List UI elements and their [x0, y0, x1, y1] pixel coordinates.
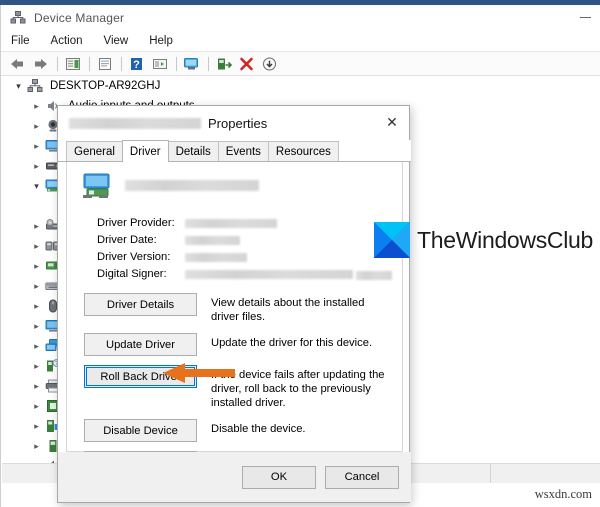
dialog-title: Properties — [69, 116, 267, 131]
tree-root-label: DESKTOP-AR92GHJ — [50, 80, 161, 92]
chevron-right-icon[interactable]: ▸ — [28, 261, 45, 272]
thewindowsclub-logo-icon — [374, 222, 410, 258]
redacted-driver-provider — [185, 218, 277, 228]
svg-text:?: ? — [133, 59, 140, 71]
redacted-digital-signer — [185, 269, 353, 279]
action-row: Update Driver Update the driver for this… — [67, 333, 402, 357]
toolbar-separator — [89, 56, 90, 71]
chevron-right-icon[interactable]: ▸ — [28, 441, 45, 452]
action-row: Disable Device Disable the device. — [67, 419, 402, 443]
toolbar-separator — [57, 56, 58, 71]
driver-date-label: Driver Date: — [97, 234, 157, 246]
roll-back-driver-button[interactable]: Roll Back Driver — [84, 365, 197, 389]
display-adapter-icon — [81, 173, 115, 203]
device-manager-icon — [10, 10, 26, 26]
update-driver-description: Update the driver for this device. — [211, 337, 373, 350]
chevron-right-icon[interactable]: ▸ — [28, 321, 45, 332]
driver-details-description: View details about the installed driver … — [211, 297, 365, 324]
site-watermark: wsxdn.com — [534, 487, 592, 501]
brand-watermark: TheWindowsClub — [374, 222, 593, 258]
chevron-right-icon[interactable]: ▸ — [28, 121, 45, 132]
toolbar-separator — [208, 56, 209, 71]
ok-button[interactable]: OK — [242, 465, 316, 489]
update-driver-icon[interactable] — [213, 54, 234, 74]
action-row: Driver Details View details about the in… — [67, 293, 402, 324]
redacted-digital-signer — [356, 271, 393, 281]
toolbar-separator — [176, 56, 177, 71]
dialog-titlebar: Properties ✕ — [58, 106, 409, 140]
redacted-driver-date — [185, 235, 240, 245]
info-row: Driver Version: — [97, 251, 402, 263]
chevron-right-icon[interactable]: ▸ — [28, 301, 45, 312]
chevron-right-icon[interactable]: ▸ — [28, 421, 45, 432]
dialog-title-suffix: Properties — [208, 115, 268, 131]
chevron-right-icon[interactable]: ▸ — [28, 141, 45, 152]
chevron-right-icon[interactable]: ▸ — [28, 341, 45, 352]
info-row: Driver Date: — [97, 234, 402, 246]
disable-device-button[interactable]: Disable Device — [84, 419, 197, 443]
driver-details-button[interactable]: Driver Details — [84, 293, 197, 317]
digital-signer-label: Digital Signer: — [97, 268, 167, 280]
info-row: Driver Provider: — [97, 217, 402, 229]
show-hidden-devices-icon[interactable] — [149, 54, 170, 74]
status-segment-secondary — [491, 464, 600, 483]
help-icon[interactable]: ? — [126, 54, 147, 74]
menubar: File Action View Help — [1, 31, 600, 52]
uninstall-device-icon[interactable] — [236, 54, 257, 74]
tab-resources[interactable]: Resources — [267, 141, 339, 161]
redacted-device-title — [125, 180, 259, 191]
chevron-down-icon[interactable]: ▾ — [10, 81, 27, 92]
brand-watermark-text: TheWindowsClub — [417, 226, 594, 253]
tab-driver[interactable]: Driver — [121, 140, 169, 162]
driver-info-grid: Driver Provider: Driver Date: Driver Ver… — [97, 217, 402, 281]
driver-tab-panel: Driver Provider: Driver Date: Driver Ver… — [66, 162, 403, 481]
chevron-right-icon[interactable]: ▸ — [28, 361, 45, 372]
toolbar-separator — [121, 56, 122, 71]
tab-details[interactable]: Details — [167, 141, 219, 161]
update-driver-button[interactable]: Update Driver — [84, 333, 197, 357]
window-title: Device Manager — [34, 11, 125, 25]
action-row: Roll Back Driver If the device fails aft… — [67, 365, 402, 410]
properties-dialog: Properties ✕ General Driver Details Even… — [57, 105, 411, 503]
roll-back-driver-description: If the device fails after updating the d… — [211, 369, 385, 410]
menu-view[interactable]: View — [104, 35, 129, 47]
chevron-down-icon[interactable]: ▾ — [28, 181, 45, 192]
tab-general[interactable]: General — [66, 141, 123, 161]
chevron-right-icon[interactable]: ▸ — [28, 221, 45, 232]
minimize-button[interactable] — [580, 17, 591, 18]
chevron-right-icon[interactable]: ▸ — [28, 241, 45, 252]
driver-provider-label: Driver Provider: — [97, 217, 175, 229]
disable-device-description: Disable the device. — [211, 423, 306, 436]
chevron-right-icon[interactable]: ▸ — [28, 101, 45, 112]
toolbar: ? — [1, 52, 600, 76]
menu-action[interactable]: Action — [51, 35, 83, 47]
computer-icon — [27, 78, 44, 94]
properties-icon[interactable] — [62, 54, 83, 74]
tree-item-root[interactable]: ▾ DESKTOP-AR92GHJ — [2, 76, 600, 96]
scan-for-hardware-changes-icon[interactable] — [181, 54, 202, 74]
info-row: Digital Signer: — [97, 268, 402, 281]
tab-events[interactable]: Events — [217, 141, 269, 161]
redacted-driver-version — [185, 252, 247, 262]
help-topics-icon[interactable] — [94, 54, 115, 74]
close-icon[interactable]: ✕ — [379, 110, 405, 134]
forward-arrow-icon[interactable] — [30, 54, 51, 74]
screenshot-root: Device Manager File Action View Help ? ▾… — [0, 0, 600, 507]
dialog-tabs: General Driver Details Events Resources — [58, 140, 411, 162]
disable-device-icon[interactable] — [259, 54, 280, 74]
chevron-right-icon[interactable]: ▸ — [28, 281, 45, 292]
redacted-device-name — [69, 117, 201, 129]
dialog-footer: OK Cancel — [58, 452, 411, 502]
back-arrow-icon[interactable] — [7, 54, 28, 74]
chevron-right-icon[interactable]: ▸ — [28, 381, 45, 392]
menu-file[interactable]: File — [11, 35, 30, 47]
driver-version-label: Driver Version: — [97, 251, 171, 263]
chevron-right-icon[interactable]: ▸ — [28, 161, 45, 172]
window-titlebar: Device Manager — [1, 5, 600, 31]
cancel-button[interactable]: Cancel — [325, 465, 399, 489]
chevron-right-icon[interactable]: ▸ — [28, 401, 45, 412]
menu-help[interactable]: Help — [149, 35, 173, 47]
device-header — [67, 162, 402, 203]
